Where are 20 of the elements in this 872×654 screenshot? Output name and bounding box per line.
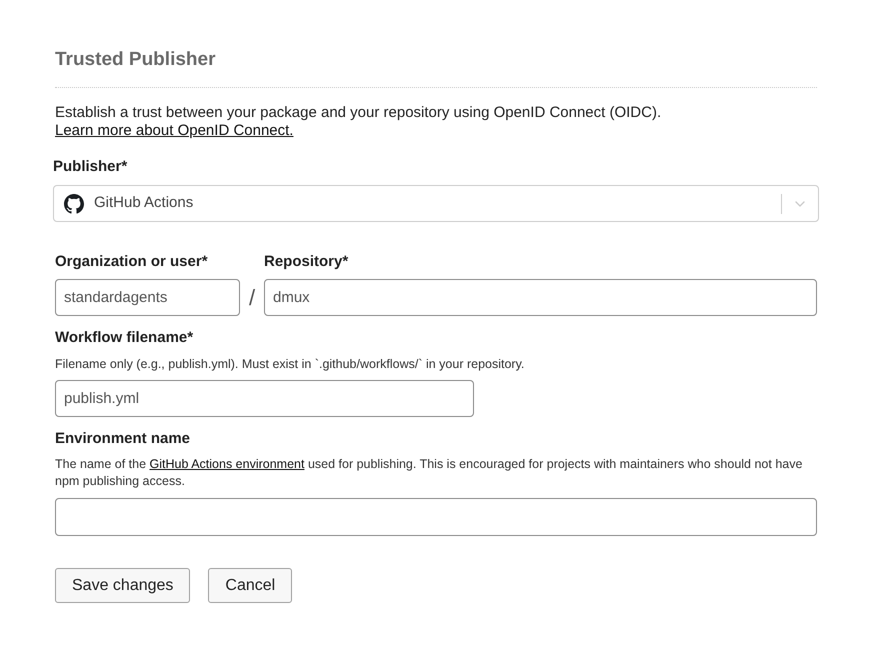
field-label: Environment name [55,430,192,448]
learn-more-link[interactable]: Learn more about OpenID Connect. [55,122,294,139]
github-icon [64,194,84,214]
field-label: Workflow filename* [55,329,194,347]
environment-docs-link[interactable]: GitHub Actions environment [150,457,304,471]
input-field[interactable] [55,498,817,536]
field-label: Organization or user* [55,253,209,271]
hint-text: Filename only (e.g., publish.yml). Must exist in `.github/workflows/` in your repository. [55,356,524,372]
action-button[interactable]: Cancel [208,568,292,603]
hint-text: The name of the GitHub Actions environment used for publishing. This is encouraged for projects with maintainers who should not have npm publishing access. [55,456,804,490]
publisher-select[interactable]: GitHub Actions [53,185,819,222]
slash-separator: / [248,284,256,310]
input-field[interactable]: publish.yml [55,380,474,417]
section-title: Trusted Publisher [55,48,216,72]
description-text: Establish a trust between your package and your repository using OpenID Connect (OIDC). [55,104,662,122]
field-label: Repository* [264,253,350,271]
action-button[interactable]: Save changes [55,568,190,603]
input-field[interactable]: standardagents [55,279,240,316]
input-field[interactable]: dmux [264,279,817,316]
field-label: Publisher* [53,158,128,176]
